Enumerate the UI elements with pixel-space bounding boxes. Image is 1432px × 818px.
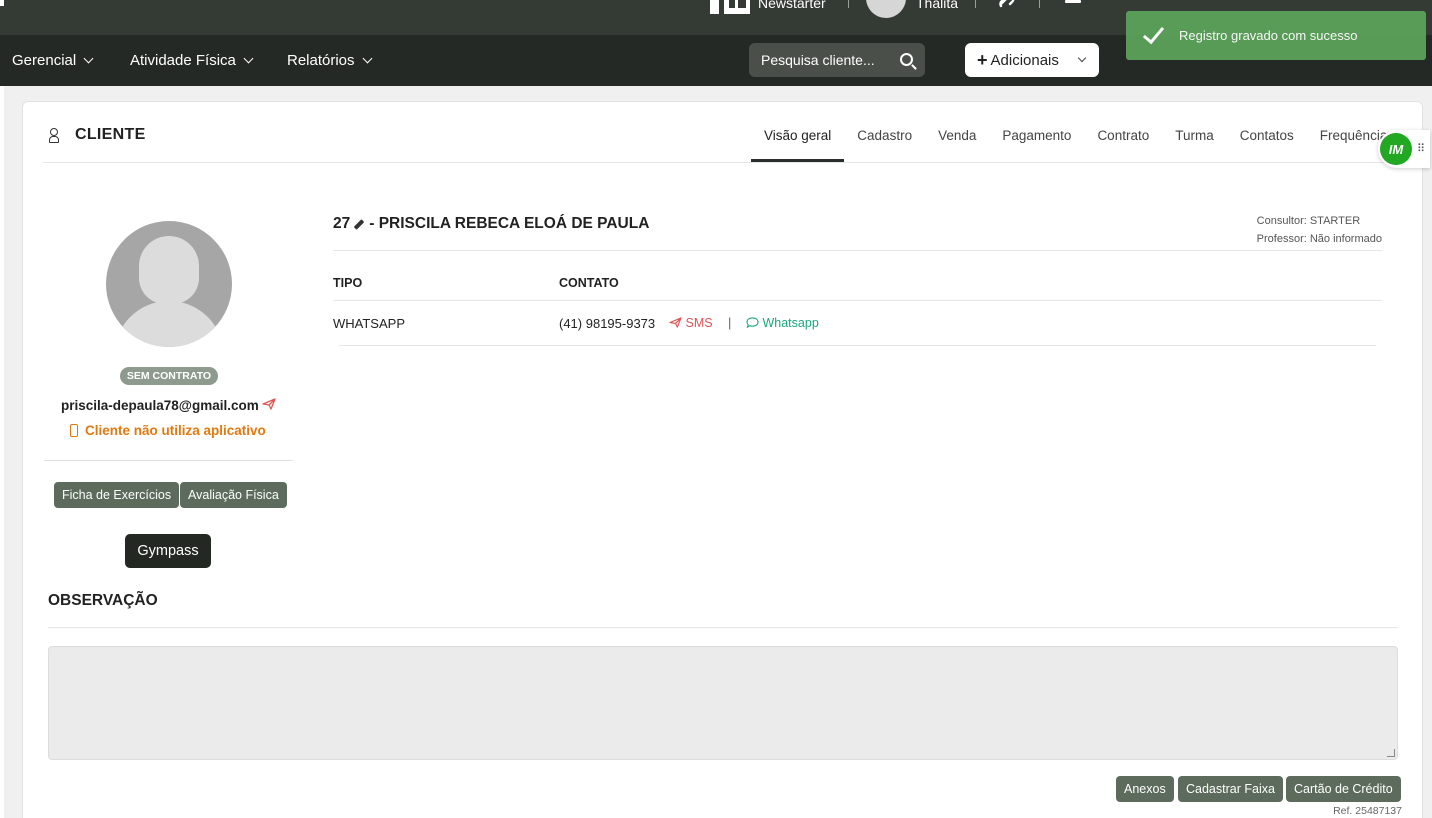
- bell-icon[interactable]: [1064, 0, 1082, 13]
- search-icon[interactable]: [900, 53, 913, 66]
- avaliacao-fisica-button[interactable]: Avaliação Física: [180, 482, 287, 508]
- cadastrar-faixa-button[interactable]: Cadastrar Faixa: [1178, 776, 1283, 802]
- chevron-down-icon: [243, 53, 254, 64]
- send-icon: [669, 317, 682, 328]
- user-menu[interactable]: Thalita: [866, 0, 959, 18]
- send-icon[interactable]: [262, 398, 276, 413]
- column-header-tipo: TIPO: [333, 276, 363, 290]
- top-left-edge: [0, 0, 4, 6]
- link-icon[interactable]: [998, 0, 1018, 13]
- sms-link[interactable]: SMS: [669, 316, 713, 330]
- newsletter-link[interactable]: Newstarter: [710, 0, 826, 15]
- client-meta: Consultor: STARTER Professor: Não inform…: [1257, 212, 1382, 248]
- tab-venda[interactable]: Venda: [925, 102, 989, 162]
- email-text: priscila-depaula78@gmail.com: [61, 398, 259, 413]
- adicionais-button[interactable]: + Adicionais: [965, 43, 1099, 77]
- user-name: Thalita: [916, 0, 959, 11]
- table-row-divider: [339, 345, 1376, 346]
- adicionais-label: Adicionais: [990, 51, 1059, 69]
- newsletter-label: Newstarter: [758, 0, 826, 11]
- newspaper-icon: [710, 0, 750, 14]
- professor-text: Professor: Não informado: [1256, 233, 1382, 245]
- avatar: [866, 0, 906, 18]
- chevron-down-icon: [362, 53, 372, 64]
- page-title: CLIENTE: [49, 126, 146, 144]
- column-header-contato: CONTATO: [559, 276, 619, 290]
- chevron-down-icon: [1077, 53, 1087, 63]
- status-badge: SEM CONTRATO: [120, 367, 218, 385]
- divider: [48, 627, 1398, 628]
- check-icon: [1142, 21, 1165, 44]
- whatsapp-link[interactable]: Whatsapp: [746, 316, 819, 330]
- toast-message: Registro gravado com sucesso: [1179, 28, 1358, 43]
- tab-bar: Visão geral Cadastro Venda Pagamento Con…: [751, 102, 1400, 162]
- success-toast[interactable]: Registro gravado com sucesso: [1126, 11, 1426, 60]
- contact-type: WHATSAPP: [333, 316, 405, 331]
- consultor-text: Consultor: STARTER: [1256, 215, 1361, 227]
- page-title-text: CLIENTE: [75, 126, 146, 143]
- drag-handle-icon[interactable]: ⠿: [1417, 142, 1425, 155]
- ficha-exercicios-button[interactable]: Ficha de Exercícios: [54, 482, 180, 508]
- left-gutter: [0, 86, 4, 818]
- tab-contatos[interactable]: Contatos: [1227, 102, 1307, 162]
- top-separator: [1039, 0, 1040, 8]
- reference-number: Ref. 25487137: [1333, 805, 1402, 817]
- nav-label: Atividade Física: [130, 52, 236, 69]
- nav-atividade-fisica[interactable]: Atividade Física: [130, 52, 254, 69]
- avatar-head: [139, 236, 199, 304]
- app-status-text: Cliente não utiliza aplicativo: [85, 423, 266, 438]
- chat-bubble-icon: [746, 317, 759, 329]
- observacao-textarea[interactable]: [48, 646, 1398, 760]
- table-header-divider: [333, 300, 1382, 301]
- nav-gerencial[interactable]: Gerencial: [12, 52, 94, 69]
- user-icon: [49, 128, 59, 143]
- nav-label: Gerencial: [12, 52, 77, 69]
- nav-relatorios[interactable]: Relatórios: [287, 52, 372, 69]
- tabs-divider: [43, 162, 1398, 163]
- chevron-down-icon: [83, 53, 94, 64]
- top-separator: [975, 0, 976, 8]
- search-placeholder: Pesquisa cliente...: [761, 52, 875, 68]
- top-separator: [848, 0, 849, 8]
- pencil-icon[interactable]: [353, 218, 365, 230]
- tab-pagamento[interactable]: Pagamento: [989, 102, 1084, 162]
- plus-icon: +: [977, 49, 988, 70]
- im-logo-icon[interactable]: IM: [1380, 133, 1412, 165]
- client-name-heading: 27 - PRISCILA REBECA ELOÁ DE PAULA: [333, 215, 649, 233]
- sms-label: SMS: [685, 316, 713, 330]
- nav-label: Relatórios: [287, 52, 355, 69]
- client-avatar[interactable]: [106, 221, 232, 347]
- avatar-body: [114, 301, 224, 347]
- client-id: 27: [333, 215, 351, 232]
- anexos-button[interactable]: Anexos: [1116, 776, 1174, 802]
- app-status: Cliente não utiliza aplicativo: [70, 423, 266, 438]
- client-email: priscila-depaula78@gmail.com: [61, 398, 276, 413]
- im-widget[interactable]: IM ⠿: [1378, 130, 1430, 168]
- resize-handle-icon[interactable]: [1387, 749, 1395, 757]
- divider: [44, 460, 293, 461]
- search-input[interactable]: Pesquisa cliente...: [749, 43, 925, 77]
- tab-contrato[interactable]: Contrato: [1084, 102, 1162, 162]
- contact-phone: (41) 98195-9373: [559, 316, 656, 331]
- gympass-button[interactable]: Gympass: [125, 534, 211, 568]
- whatsapp-label: Whatsapp: [762, 316, 819, 330]
- cartao-credito-button[interactable]: Cartão de Crédito: [1286, 776, 1401, 802]
- client-card: CLIENTE Visão geral Cadastro Venda Pagam…: [22, 101, 1423, 818]
- tab-cadastro[interactable]: Cadastro: [844, 102, 925, 162]
- tab-visao-geral[interactable]: Visão geral: [751, 102, 845, 162]
- link-separator: |: [728, 315, 732, 330]
- divider: [333, 250, 1382, 251]
- phone-icon: [70, 424, 78, 437]
- observacao-title: OBSERVAÇÃO: [48, 592, 158, 609]
- client-name: - PRISCILA REBECA ELOÁ DE PAULA: [369, 215, 650, 232]
- tab-turma[interactable]: Turma: [1162, 102, 1227, 162]
